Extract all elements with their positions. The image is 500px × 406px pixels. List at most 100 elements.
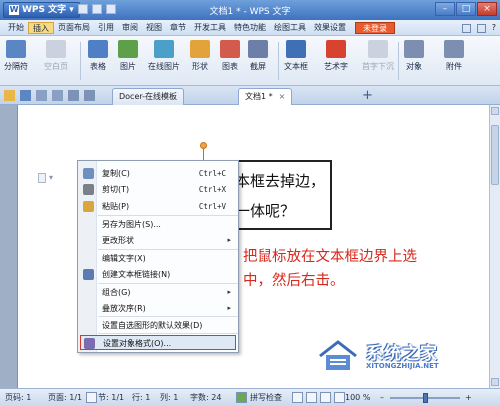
view-page-icon[interactable] (292, 392, 303, 403)
status-row: 行: 1 (132, 393, 151, 402)
zoom-in-button[interactable]: + (465, 393, 472, 403)
maximize-button[interactable]: □ (456, 2, 476, 16)
menu-tab-item[interactable]: 插入 (28, 22, 54, 34)
submenu-arrow-icon: ▸ (227, 304, 231, 312)
window-title: 文档1 * - WPS 文字 (209, 7, 291, 17)
status-page-of: 页面: 1/1 (48, 393, 83, 402)
menu-separator (98, 283, 238, 284)
folder-icon[interactable] (4, 90, 15, 101)
context-menu-item[interactable]: 创建文本框链接(N) (80, 267, 236, 282)
help-button[interactable]: ? (492, 22, 496, 34)
context-menu-label: 创建文本框链接(N) (102, 270, 171, 279)
ribbon-button[interactable]: 形状 (190, 40, 210, 72)
picture-icon (118, 40, 138, 58)
context-menu-label: 组合(G) (102, 288, 131, 297)
context-menu-label: 编辑文字(X) (102, 254, 146, 263)
ribbon-button[interactable]: 对象 (404, 40, 424, 72)
context-menu-item[interactable]: 粘贴(P) Ctrl+V (80, 199, 236, 214)
ribbon-separator (278, 42, 279, 80)
shortcut-label: Ctrl+X (198, 185, 226, 194)
context-menu-item[interactable]: 叠放次序(R) ▸ (80, 301, 236, 316)
menu-tab-item[interactable]: 特色功能 (230, 22, 270, 34)
context-menu-item[interactable]: 编辑文字(X) (80, 251, 236, 266)
object-icon (404, 40, 424, 58)
context-menu-item[interactable]: 设置自选图形的默认效果(D) (80, 318, 236, 333)
menu-tab-item[interactable]: 绘图工具 (270, 22, 310, 34)
ribbon-button[interactable]: 表格 (88, 40, 108, 72)
ribbon-button[interactable]: 文本框 (284, 40, 308, 72)
zoom-out-button[interactable]: – (380, 393, 384, 403)
context-menu-item[interactable]: 复制(C) Ctrl+C (80, 166, 236, 181)
status-spell-check[interactable]: 拼写检查 (250, 393, 282, 403)
context-menu-item[interactable]: 剪切(T) Ctrl+X (80, 182, 236, 197)
chevron-down-icon[interactable]: ▾ (49, 173, 53, 182)
attachment-icon (444, 40, 464, 58)
scroll-up-arrow[interactable] (491, 107, 499, 115)
skin-icon[interactable] (461, 24, 471, 33)
status-word-count[interactable]: 字数: 24 (190, 393, 221, 403)
print-icon[interactable] (36, 90, 47, 101)
ribbon-button[interactable]: 图表 (220, 40, 240, 72)
menu-separator (98, 249, 238, 250)
wordart-icon (326, 40, 346, 58)
paste-icon (83, 201, 94, 212)
menu-separator (98, 215, 238, 216)
ribbon-button[interactable]: 图片 (118, 40, 138, 72)
close-window-button[interactable]: × (477, 2, 497, 16)
tab-close-icon[interactable]: × (279, 92, 286, 101)
menu-tab-item[interactable]: 效果设置 (310, 22, 350, 34)
menu-tab-item[interactable]: 视图 (142, 22, 166, 34)
tab-docer-templates[interactable]: Docer-在线模板 (112, 88, 185, 105)
context-menu-item[interactable]: 另存为图片(S)... (80, 217, 236, 232)
ribbon-button[interactable]: 附件 (444, 40, 464, 72)
context-menu-item[interactable]: 组合(G) ▸ (80, 285, 236, 300)
scrollbar-thumb[interactable] (491, 125, 499, 185)
title-bar: W WPS 文字 ▾ 文档1 * - WPS 文字 – □ × (0, 0, 500, 20)
rotation-handle[interactable] (200, 142, 207, 149)
textbox-line-1: 本框去掉边， (235, 172, 326, 190)
textbox-icon (286, 40, 306, 58)
menu-tab-item[interactable]: 开发工具 (190, 22, 230, 34)
textbox-line-2: 一体呢？ (235, 202, 296, 220)
menu-tab-item[interactable]: 引用 (94, 22, 118, 34)
context-menu-item[interactable]: 更改形状 ▸ (80, 233, 236, 248)
menu-tab-item[interactable]: 章节 (166, 22, 190, 34)
vertical-scrollbar[interactable] (489, 105, 500, 388)
spell-check-icon[interactable] (236, 392, 247, 403)
ribbon-button[interactable]: 分隔符 (4, 40, 28, 72)
ribbon-button[interactable]: 在线图片 (148, 40, 180, 72)
view-outline-icon[interactable] (334, 392, 345, 403)
link-icon (83, 269, 94, 280)
ribbon-button-label: 分隔符 (4, 62, 28, 71)
login-button[interactable]: 未登录 (355, 22, 395, 34)
zoom-value[interactable]: 100 % (345, 393, 370, 403)
menu-bar: 开始 插入 页面布局 引用 审阅 视图 章节 开发工具 特色功能 绘图工具 效果设置 未登录 ? (0, 20, 500, 36)
redo-icon[interactable] (84, 90, 95, 101)
context-menu-item[interactable]: 设置对象格式(O)... (80, 335, 236, 350)
minimize-button[interactable]: – (435, 2, 455, 16)
preview-icon[interactable] (52, 90, 63, 101)
menu-tab-item[interactable]: 开始 (4, 22, 28, 34)
watermark-url: XITONGZHIJIA.NET (366, 362, 439, 370)
ribbon-button-label: 形状 (192, 62, 208, 71)
online-picture-icon (154, 40, 174, 58)
menu-tab-item[interactable]: 审阅 (118, 22, 142, 34)
ribbon-toggle-icon[interactable] (476, 24, 486, 33)
zoom-slider-thumb[interactable] (423, 393, 429, 403)
ribbon-button-label: 图片 (120, 62, 136, 71)
undo-icon[interactable] (68, 90, 79, 101)
ribbon-button-label: 附件 (446, 62, 462, 71)
ribbon-button[interactable]: 艺术字 (324, 40, 348, 72)
paragraph-handle-icon[interactable] (38, 173, 46, 183)
status-page-number[interactable]: 页码: 1 (5, 393, 31, 403)
tab-label: 文档1 * (245, 92, 273, 101)
view-web-icon[interactable] (320, 392, 331, 403)
menu-tab-item[interactable]: 页面布局 (54, 22, 94, 34)
ribbon-button[interactable]: 截屏 (248, 40, 268, 72)
scroll-down-arrow[interactable] (491, 378, 499, 386)
ribbon-button-label: 表格 (90, 62, 106, 71)
tab-document1[interactable]: 文档1 * × (238, 88, 293, 105)
save-icon[interactable] (20, 90, 31, 101)
view-fullscreen-icon[interactable] (306, 392, 317, 403)
new-tab-button[interactable]: + (362, 89, 373, 103)
